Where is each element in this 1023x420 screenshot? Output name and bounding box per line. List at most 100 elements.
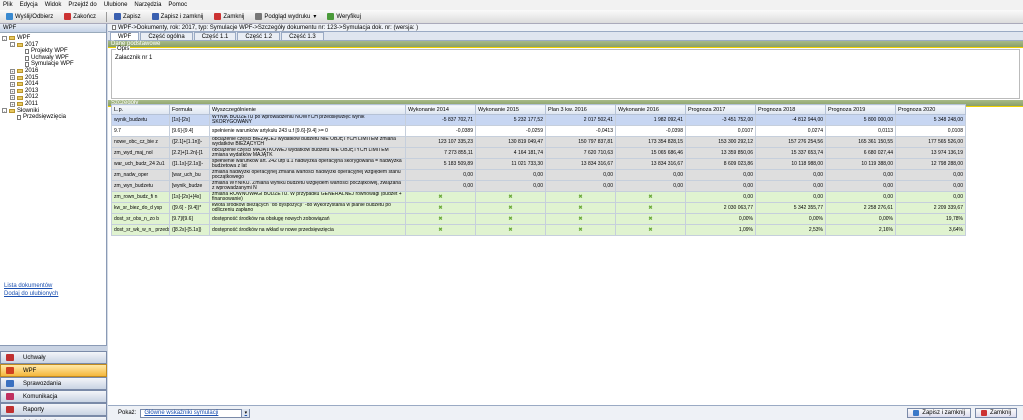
- table-row[interactable]: nowe_obc_cz_bie z ([2.1]+[1.1n])- obciążen…: [111, 136, 966, 148]
- table-cell: dost_sr_obs_n_zo b: [111, 213, 170, 225]
- table-row[interactable]: zm_rown_budz_fi n [1s]-[2s]+[4s] zmiana RÓ…: [111, 191, 966, 203]
- save-close-bottom-label: Zapisz i zamknij: [922, 410, 965, 416]
- description-field[interactable]: Opis Załacznik nr 1: [111, 46, 1020, 99]
- x-mark-icon: ✖: [508, 226, 513, 233]
- menu-item[interactable]: Ulubione: [104, 2, 128, 8]
- table-cell: kw_sr_biez_do_d ysp: [111, 202, 170, 214]
- tree-item-label: Projekty WPF: [31, 48, 68, 55]
- menu-item[interactable]: Plik: [3, 2, 13, 8]
- tree-item[interactable]: - 2017: [2, 42, 104, 49]
- menu-item[interactable]: Edycja: [20, 2, 38, 8]
- quit-button[interactable]: Zakończ: [60, 11, 100, 22]
- nav-button-label: WPF: [23, 367, 37, 374]
- nav-button[interactable]: Raporty: [0, 403, 107, 416]
- nav-button[interactable]: Uchwały: [0, 351, 107, 364]
- tree-item-label: 2015: [25, 74, 39, 81]
- folder-icon: [9, 108, 15, 113]
- column-header[interactable]: Wyszczególnienie: [209, 104, 406, 115]
- table-cell: 13 974 136,19: [895, 147, 966, 159]
- tree-item[interactable]: - WPF: [2, 35, 104, 42]
- table-row[interactable]: war_uch_budz_24 2u1 ([1.1s]-[2.1s])- spełn…: [111, 158, 966, 170]
- table-row[interactable]: 9.7 [9.6]-[9.4] spełnienie warunków artyk…: [111, 125, 966, 137]
- expander-icon[interactable]: +: [10, 101, 15, 107]
- section-header-basic: Dane podstawowe: [108, 41, 1023, 48]
- tab[interactable]: WPF: [110, 32, 140, 40]
- column-header[interactable]: Formuła: [169, 104, 210, 115]
- show-select[interactable]: Główne wskaźniki symulacji ▾: [140, 408, 251, 418]
- close-button-bottom[interactable]: Zamknij: [974, 408, 1017, 418]
- chevron-down-icon[interactable]: ▾: [241, 409, 250, 417]
- column-header[interactable]: L.p.: [111, 104, 170, 115]
- nav-button[interactable]: Komunikacja: [0, 390, 107, 403]
- menu-item[interactable]: Pomoc: [168, 2, 187, 8]
- save-and-close-button-bottom[interactable]: Zapisz i zamknij: [907, 408, 971, 418]
- table-row[interactable]: dost_sr_obs_n_zo b [9.7]/[9.6] dostępność …: [111, 213, 966, 225]
- tree-item[interactable]: Symulacje WPF: [2, 61, 104, 68]
- column-header[interactable]: Prognoza 2019: [825, 104, 896, 115]
- x-mark-icon: ✖: [508, 215, 513, 222]
- save-button[interactable]: Zapisz: [110, 11, 145, 22]
- save-and-close-button[interactable]: Zapisz i zamknij: [148, 11, 208, 22]
- nav-button[interactable]: Sprawozdania: [0, 377, 107, 390]
- tab[interactable]: Część ogólna: [140, 32, 193, 40]
- table-row[interactable]: dost_sr_wk_w_n_ przeds ([8.2s]-[5.1s]) dos…: [111, 224, 966, 236]
- print-preview-button[interactable]: Podgląd wydruku ▾: [251, 11, 320, 22]
- menu-item[interactable]: Przejdź do: [68, 2, 96, 8]
- expander-icon[interactable]: -: [10, 42, 15, 48]
- x-mark-icon: ✖: [578, 204, 583, 211]
- table-row[interactable]: wynik_budzetu [1s]-[2s] WYNIK BUDŻETU po w…: [111, 114, 966, 126]
- expander-icon[interactable]: +: [10, 68, 15, 74]
- tree-item[interactable]: Projekty WPF: [2, 48, 104, 55]
- table-row[interactable]: zm_wyn_budzetu [wynik_budze zmiana WYNIKU.…: [111, 180, 966, 192]
- document-icon: [25, 55, 29, 61]
- table-cell: 0,00: [825, 191, 896, 203]
- tree-item[interactable]: +2016: [2, 68, 104, 75]
- table-cell: 15 065 686,46: [615, 147, 686, 159]
- tree-item[interactable]: Uchwały WPF: [2, 55, 104, 62]
- table-cell: ✖: [615, 224, 686, 236]
- tree-item[interactable]: +2014: [2, 81, 104, 88]
- table-cell: 5 183 509,89: [405, 158, 476, 170]
- table-row[interactable]: zm_wyd_maj_nol [2.2]+[1.2n]-[1 obciążenie …: [111, 147, 966, 159]
- table-cell: 19,78%: [895, 213, 966, 225]
- expander-icon[interactable]: +: [10, 88, 15, 94]
- column-header[interactable]: Prognoza 2018: [755, 104, 826, 115]
- tree-item[interactable]: +2012: [2, 94, 104, 101]
- close-label: Zamknij: [223, 13, 245, 20]
- menu-item[interactable]: Narzędzia: [134, 2, 161, 8]
- table-cell: 9.7: [111, 125, 170, 137]
- documents-list-link[interactable]: Lista dokumentów: [4, 282, 58, 290]
- table-cell: ✖: [405, 191, 476, 203]
- send-receive-button[interactable]: Wyślij/Odbierz: [2, 11, 57, 22]
- nav-button[interactable]: WPF: [0, 364, 107, 377]
- expander-icon[interactable]: -: [2, 108, 7, 114]
- verify-button[interactable]: Weryfikuj: [323, 11, 365, 22]
- expander-icon[interactable]: +: [10, 75, 15, 81]
- column-header[interactable]: Wykonanie 2014: [405, 104, 476, 115]
- tree-item[interactable]: +2013: [2, 88, 104, 95]
- nav-button[interactable]: Administracja: [0, 416, 107, 420]
- column-header[interactable]: Wykonanie 2015: [475, 104, 546, 115]
- expander-icon[interactable]: -: [2, 35, 7, 41]
- tab[interactable]: Część 1.2: [237, 32, 281, 40]
- column-header[interactable]: Prognoza 2017: [685, 104, 756, 115]
- table-row[interactable]: kw_sr_biez_do_d ysp ([9.6] - [9.4])* kwota…: [111, 202, 966, 214]
- menu-item[interactable]: Widok: [45, 2, 62, 8]
- tree-item[interactable]: Przedsięwzięcia: [2, 114, 104, 121]
- column-header[interactable]: Prognoza 2020: [895, 104, 966, 115]
- table-cell: 10 118 988,00: [755, 158, 826, 170]
- tab[interactable]: Część 1.1: [193, 32, 237, 40]
- expander-icon[interactable]: +: [10, 81, 15, 87]
- close-button[interactable]: Zamknij: [210, 11, 248, 22]
- expander-icon[interactable]: +: [10, 95, 15, 101]
- tab[interactable]: Część 1.3: [281, 32, 324, 40]
- tree-item[interactable]: +2011: [2, 101, 104, 108]
- column-header[interactable]: Plan 3 kw. 2016: [545, 104, 616, 115]
- column-header[interactable]: Wykonanie 2016: [615, 104, 686, 115]
- tree-item[interactable]: +2015: [2, 75, 104, 82]
- table-row[interactable]: zm_nadw_oper [war_uch_bu zmiana nadwyżki o…: [111, 169, 966, 181]
- tree-item[interactable]: - Słowniki: [2, 108, 104, 115]
- table-cell: war_uch_budz_24 2u1: [111, 158, 170, 170]
- table-cell: 5 348 248,00: [895, 114, 966, 126]
- add-favorites-link[interactable]: Dodaj do ulubionych: [4, 290, 58, 298]
